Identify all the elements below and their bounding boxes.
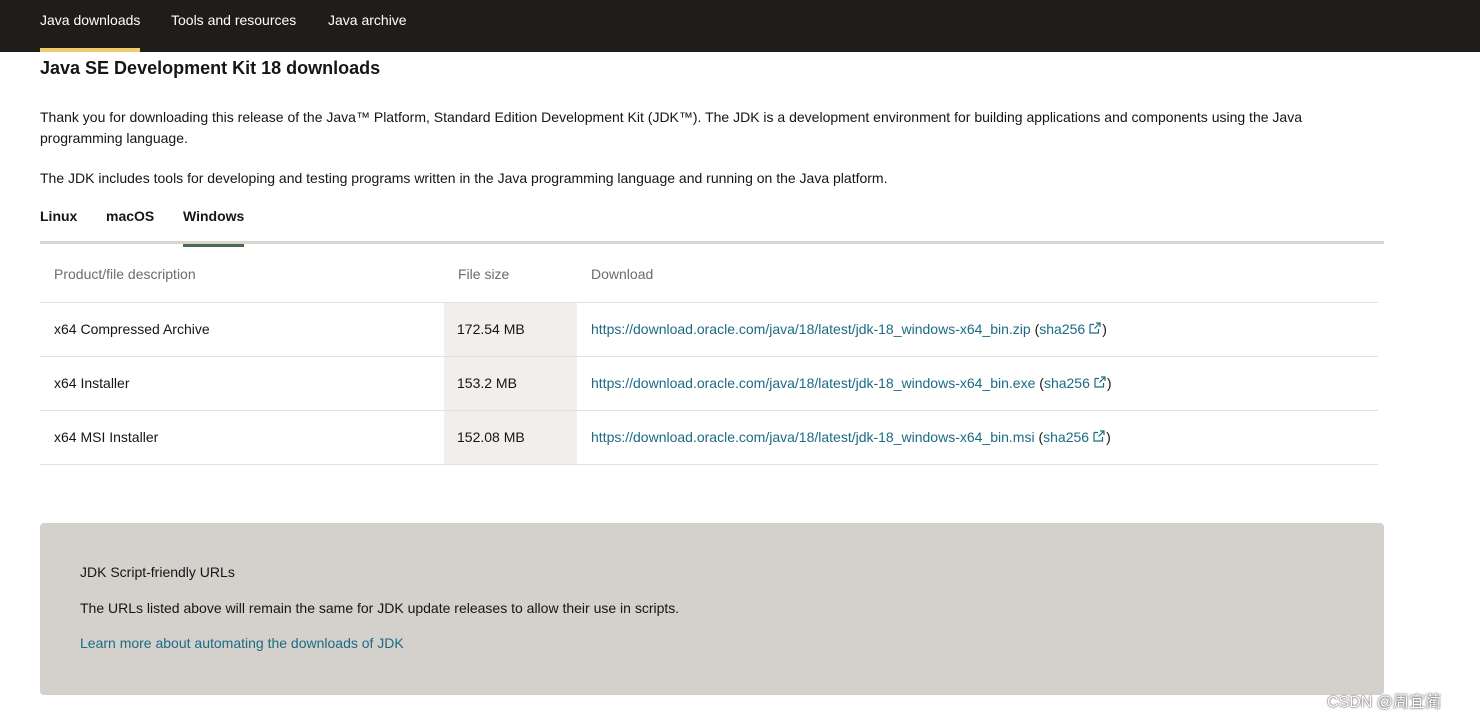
- row-description: x64 Installer: [40, 356, 444, 411]
- watermark: CSDN @周宜蔺: [1327, 694, 1442, 711]
- os-tabs: Linux macOS Windows: [40, 200, 1384, 247]
- download-link-msi[interactable]: https://download.oracle.com/java/18/late…: [591, 429, 1035, 445]
- tab-linux[interactable]: Linux: [40, 200, 77, 244]
- page-title: Java SE Development Kit 18 downloads: [40, 58, 381, 78]
- header-download: Download: [577, 247, 1378, 303]
- header-file-size: File size: [444, 247, 577, 303]
- learn-more-link[interactable]: Learn more about automating the download…: [80, 635, 404, 651]
- external-link-icon: [1089, 322, 1101, 334]
- info-box-title: JDK Script-friendly URLs: [80, 564, 235, 580]
- row-download-cell: https://download.oracle.com/java/18/late…: [577, 356, 1378, 411]
- table-header-row: Product/file description File size Downl…: [40, 247, 1378, 303]
- row-download-cell: https://download.oracle.com/java/18/late…: [577, 410, 1378, 465]
- table-row: x64 Compressed Archive 172.54 MB https:/…: [40, 302, 1378, 357]
- download-link-exe[interactable]: https://download.oracle.com/java/18/late…: [591, 375, 1035, 391]
- row-file-size: 152.08 MB: [444, 410, 577, 465]
- sha256-link-exe[interactable]: sha256: [1044, 375, 1090, 391]
- nav-tools-and-resources[interactable]: Tools and resources: [171, 0, 296, 52]
- row-description: x64 Compressed Archive: [40, 302, 444, 357]
- tab-windows[interactable]: Windows: [183, 200, 245, 247]
- jdk-tools-paragraph: The JDK includes tools for developing an…: [40, 170, 888, 186]
- sha256-link-msi[interactable]: sha256: [1043, 429, 1089, 445]
- header-description: Product/file description: [40, 247, 444, 303]
- sha256-link-zip[interactable]: sha256: [1039, 321, 1085, 337]
- script-friendly-urls-box: JDK Script-friendly URLs The URLs listed…: [40, 523, 1384, 695]
- info-box-text: The URLs listed above will remain the sa…: [80, 600, 680, 616]
- external-link-icon: [1094, 376, 1106, 388]
- table-row: x64 MSI Installer 152.08 MB https://down…: [40, 410, 1378, 465]
- row-description: x64 MSI Installer: [40, 410, 444, 465]
- top-navigation: Java downloads Tools and resources Java …: [0, 0, 1480, 52]
- intro-paragraph: Thank you for downloading this release o…: [40, 109, 1302, 146]
- tab-macos[interactable]: macOS: [106, 200, 154, 244]
- downloads-table: Product/file description File size Downl…: [40, 247, 1378, 465]
- row-file-size: 172.54 MB: [444, 302, 577, 357]
- external-link-icon: [1093, 430, 1105, 442]
- nav-java-downloads[interactable]: Java downloads: [40, 0, 141, 52]
- row-download-cell: https://download.oracle.com/java/18/late…: [577, 302, 1378, 357]
- download-link-zip[interactable]: https://download.oracle.com/java/18/late…: [591, 321, 1031, 337]
- row-file-size: 153.2 MB: [444, 356, 577, 411]
- table-row: x64 Installer 153.2 MB https://download.…: [40, 356, 1378, 411]
- nav-java-archive[interactable]: Java archive: [328, 0, 407, 52]
